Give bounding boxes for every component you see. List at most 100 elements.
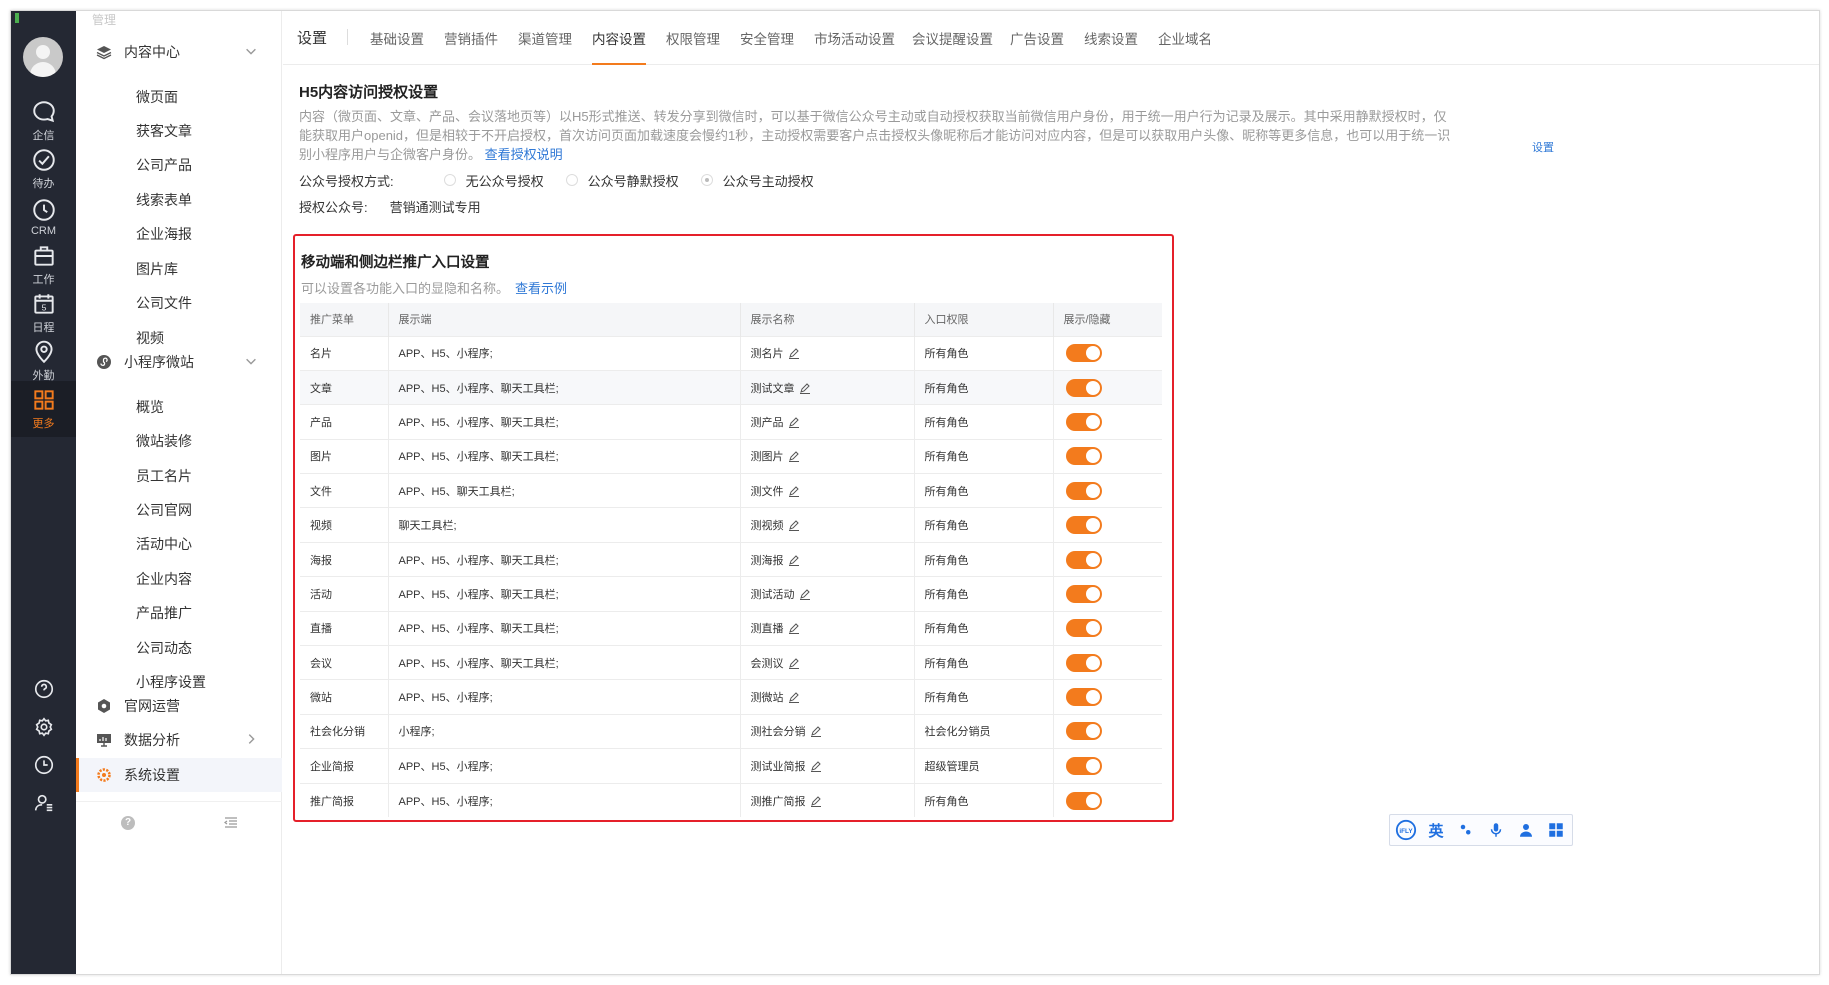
edit-pencil-icon[interactable] bbox=[799, 588, 811, 600]
cell-clients: APP、H5、小程序; bbox=[388, 679, 741, 715]
edit-pencil-icon[interactable] bbox=[788, 519, 800, 532]
sidebar-group-label: 系统设置 bbox=[124, 767, 180, 783]
table-header-row: 推广菜单 展示端 展示名称 入口权限 展示/隐藏 bbox=[300, 303, 1162, 336]
edit-pencil-icon[interactable] bbox=[810, 725, 822, 738]
visibility-toggle[interactable] bbox=[1065, 481, 1102, 500]
sidebar-group-content-center[interactable]: 内容中心 bbox=[76, 35, 282, 69]
sidebar-item-company-news[interactable]: 公司动态 bbox=[136, 638, 192, 658]
user-icon[interactable] bbox=[1512, 816, 1540, 844]
settings-link[interactable]: 设置 bbox=[1532, 139, 1554, 155]
ime-lang-toggle[interactable]: 英 bbox=[1422, 816, 1450, 844]
sidebar-group-official-ops[interactable]: 官网运营 bbox=[76, 689, 282, 723]
visibility-toggle[interactable] bbox=[1065, 412, 1102, 431]
ime-logo-icon[interactable]: iFLY bbox=[1392, 816, 1420, 844]
visibility-toggle[interactable] bbox=[1065, 584, 1102, 603]
tab-content-settings[interactable]: 内容设置 bbox=[592, 28, 646, 65]
visibility-toggle[interactable] bbox=[1065, 447, 1102, 466]
sidebar-group-system-settings[interactable]: 系统设置 bbox=[76, 758, 282, 792]
visibility-toggle[interactable] bbox=[1065, 756, 1102, 775]
cell-clients: APP、H5、小程序、聊天工具栏; bbox=[388, 576, 741, 612]
edit-pencil-icon[interactable] bbox=[788, 622, 800, 635]
edit-pencil-icon[interactable] bbox=[788, 554, 800, 566]
sidebar-item-event-center[interactable]: 活动中心 bbox=[136, 534, 192, 554]
sidebar-group-mini-site[interactable]: 小程序微站 bbox=[76, 345, 282, 379]
panel-title: 移动端和侧边栏推广入口设置 bbox=[301, 255, 490, 271]
edit-pencil-icon[interactable] bbox=[810, 795, 822, 807]
radio-active-auth[interactable]: 公众号主动授权 bbox=[700, 171, 814, 190]
edit-pencil-icon[interactable] bbox=[788, 416, 800, 428]
avatar[interactable] bbox=[23, 37, 63, 77]
sidebar-item-overview[interactable]: 概览 bbox=[136, 397, 164, 417]
sidebar-item-articles[interactable]: 获客文章 bbox=[136, 121, 192, 141]
visibility-toggle[interactable] bbox=[1065, 516, 1102, 535]
visibility-toggle[interactable] bbox=[1065, 550, 1102, 569]
sidebar-item-image-library[interactable]: 图片库 bbox=[136, 259, 178, 279]
cell-menu: 直播 bbox=[300, 610, 389, 646]
tab-meeting-reminder-settings[interactable]: 会议提醒设置 bbox=[912, 28, 993, 65]
promotion-entry-table: 推广菜单 展示端 展示名称 入口权限 展示/隐藏 名片 APP、H5、小程序; 测名… bbox=[300, 303, 1162, 818]
edit-pencil-icon[interactable] bbox=[788, 485, 800, 497]
edit-pencil-icon[interactable] bbox=[788, 657, 800, 669]
tab-marketing-plugins[interactable]: 营销插件 bbox=[444, 28, 498, 65]
tab-permission-management[interactable]: 权限管理 bbox=[666, 28, 720, 65]
sidebar-group-data-analysis[interactable]: 数据分析 bbox=[76, 723, 282, 757]
gear-icon bbox=[96, 767, 112, 783]
sidebar-item-products[interactable]: 公司产品 bbox=[136, 155, 192, 175]
user-manage-button[interactable] bbox=[11, 783, 76, 823]
cell-menu: 名片 bbox=[300, 335, 389, 371]
tab-security-management[interactable]: 安全管理 bbox=[740, 28, 794, 65]
sidebar-item-site-decoration[interactable]: 微站装修 bbox=[136, 431, 192, 451]
edit-pencil-icon[interactable] bbox=[799, 382, 811, 394]
help-button[interactable] bbox=[11, 669, 76, 709]
visibility-toggle[interactable] bbox=[1065, 653, 1102, 672]
cell-permission: 所有角色 bbox=[914, 679, 1054, 715]
cell-visibility bbox=[1053, 576, 1162, 612]
edit-pencil-icon[interactable] bbox=[788, 450, 800, 463]
sidebar-item-micro-page[interactable]: 微页面 bbox=[136, 87, 178, 107]
col-header-visibility: 展示/隐藏 bbox=[1053, 303, 1162, 336]
edit-pencil-icon[interactable] bbox=[788, 347, 800, 360]
edit-pencil-icon[interactable] bbox=[788, 691, 800, 704]
radio-no-auth[interactable]: 无公众号授权 bbox=[443, 171, 544, 190]
cell-clients: APP、H5、小程序; bbox=[388, 782, 741, 818]
table-row: 推广简报 APP、H5、小程序; 测推广简报 所有角色 bbox=[300, 782, 1162, 818]
col-header-display-name: 展示名称 bbox=[740, 303, 915, 336]
collapse-sidebar-icon[interactable] bbox=[224, 816, 238, 830]
visibility-toggle[interactable] bbox=[1065, 344, 1102, 363]
tab-ad-settings[interactable]: 广告设置 bbox=[1010, 28, 1064, 65]
microphone-icon[interactable] bbox=[1482, 816, 1510, 844]
sidebar-item-lead-forms[interactable]: 线索表单 bbox=[136, 190, 192, 210]
punctuation-icon[interactable] bbox=[1452, 816, 1480, 844]
view-example-link[interactable]: 查看示例 bbox=[515, 281, 567, 296]
rail-item-more[interactable]: 更多 bbox=[11, 381, 76, 437]
tab-enterprise-domain[interactable]: 企业域名 bbox=[1158, 28, 1212, 65]
visibility-toggle[interactable] bbox=[1065, 791, 1102, 810]
sidebar-item-posters[interactable]: 企业海报 bbox=[136, 224, 192, 244]
table-row: 文件 APP、H5、聊天工具栏; 测文件 所有角色 bbox=[300, 473, 1162, 508]
visibility-toggle[interactable] bbox=[1065, 722, 1102, 741]
display-name-text: 测推广简报 bbox=[750, 795, 806, 808]
sidebar-item-product-promotion[interactable]: 产品推广 bbox=[136, 603, 192, 623]
settings-button[interactable] bbox=[11, 707, 76, 747]
cell-visibility bbox=[1053, 645, 1162, 680]
history-button[interactable] bbox=[11, 745, 76, 785]
visibility-toggle[interactable] bbox=[1065, 688, 1102, 707]
edit-pencil-icon[interactable] bbox=[810, 760, 822, 772]
tab-lead-settings[interactable]: 线索设置 bbox=[1084, 28, 1138, 65]
auth-help-link[interactable]: 查看授权说明 bbox=[485, 147, 563, 162]
tab-channel-management[interactable]: 渠道管理 bbox=[518, 28, 572, 65]
sidebar-item-company-website[interactable]: 公司官网 bbox=[136, 500, 192, 520]
help-icon[interactable]: ? bbox=[121, 816, 135, 830]
visibility-toggle[interactable] bbox=[1065, 378, 1102, 397]
cell-permission: 所有角色 bbox=[914, 335, 1054, 371]
visibility-toggle[interactable] bbox=[1065, 619, 1102, 638]
radio-silent-auth[interactable]: 公众号静默授权 bbox=[565, 171, 679, 190]
display-name-text: 测产品 bbox=[750, 416, 784, 429]
display-name-text: 测试文章 bbox=[750, 382, 795, 395]
sidebar-item-files[interactable]: 公司文件 bbox=[136, 293, 192, 313]
sidebar-item-employee-cards[interactable]: 员工名片 bbox=[136, 466, 192, 486]
tab-market-activity-settings[interactable]: 市场活动设置 bbox=[814, 28, 895, 65]
apps-grid-icon[interactable] bbox=[1542, 816, 1570, 844]
tab-basic-settings[interactable]: 基础设置 bbox=[370, 28, 424, 65]
sidebar-item-enterprise-content[interactable]: 企业内容 bbox=[136, 569, 192, 589]
